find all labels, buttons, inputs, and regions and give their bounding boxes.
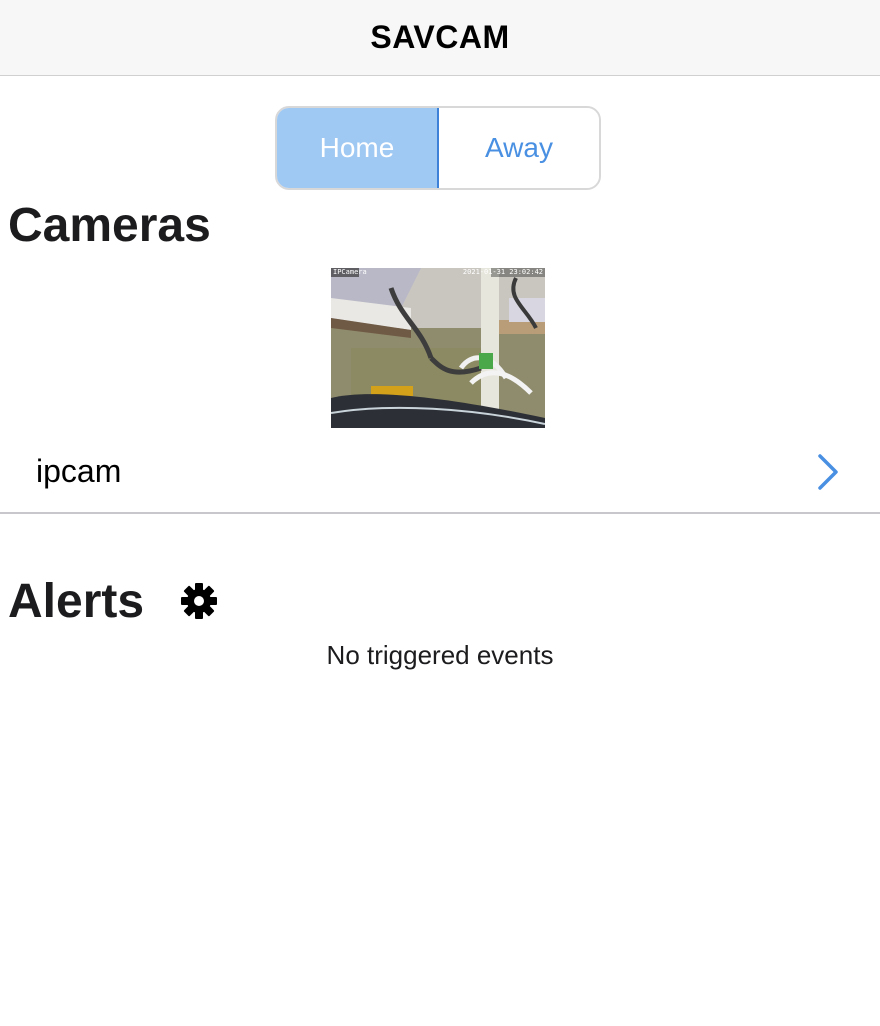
cameras-heading: Cameras	[8, 199, 211, 252]
camera-name: ipcam	[36, 452, 122, 489]
alerts-heading: Alerts	[8, 575, 145, 628]
camera-list-item[interactable]: ipcam	[0, 430, 880, 514]
camera-thumbnail[interactable]: IPCamera 2021-01-31 23:02:42	[331, 268, 545, 428]
app-title: SAVCAM	[370, 19, 510, 55]
camera-overlay-label: IPCamera	[333, 268, 367, 276]
no-events-message: No triggered events	[326, 640, 554, 670]
segment-away[interactable]: Away	[439, 108, 599, 188]
mode-segmented-control[interactable]: Home Away	[275, 106, 601, 190]
segment-home[interactable]: Home	[277, 108, 439, 188]
navigation-bar: SAVCAM	[0, 0, 880, 76]
camera-snapshot-image	[331, 268, 545, 428]
gear-icon[interactable]	[178, 580, 220, 622]
camera-overlay-timestamp: 2021-01-31 23:02:42	[462, 268, 543, 276]
chevron-right-icon	[818, 454, 838, 490]
